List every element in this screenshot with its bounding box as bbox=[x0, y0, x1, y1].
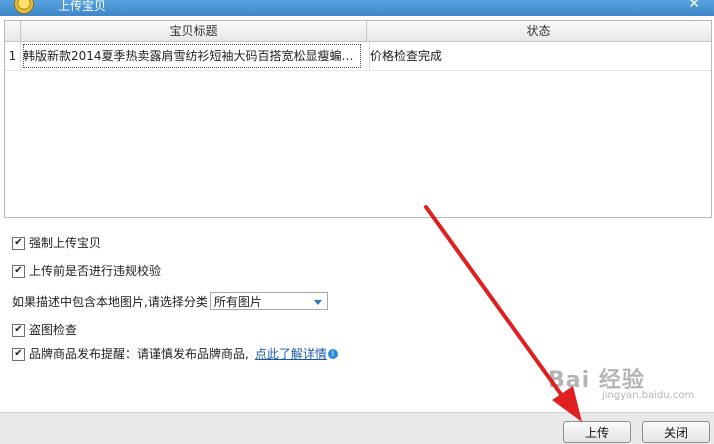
header-status[interactable]: 状态 bbox=[367, 21, 710, 41]
title-bar: 上传宝贝 ✕ bbox=[0, 0, 714, 16]
brand-notice-label: 品牌商品发布提醒：请谨慎发布品牌商品, bbox=[29, 347, 249, 361]
dropdown-arrow-icon[interactable] bbox=[313, 300, 322, 305]
dialog-footer: 上传 关闭 bbox=[0, 412, 714, 444]
force-upload-option[interactable]: ✔ 强制上传宝贝 bbox=[12, 234, 101, 252]
image-theft-option[interactable]: ✔ 盗图检查 bbox=[12, 321, 77, 339]
row-title[interactable]: 韩版新款2014夏季热卖露肩雪纺衫短袖大码百搭宽松显瘦蝙蝠... bbox=[21, 42, 363, 70]
upload-button[interactable]: 上传 bbox=[563, 421, 631, 443]
brand-details-link[interactable]: 点此了解详情 bbox=[255, 345, 327, 363]
image-theft-label: 盗图检查 bbox=[29, 323, 78, 337]
info-icon[interactable]: i bbox=[327, 349, 338, 359]
force-upload-checkbox[interactable]: ✔ bbox=[12, 236, 25, 250]
row-status: 价格检查完成 bbox=[369, 42, 700, 70]
app-logo-icon bbox=[14, 0, 34, 14]
violation-check-option[interactable]: ✔ 上传前是否进行违规校验 bbox=[12, 262, 161, 280]
image-theft-checkbox[interactable]: ✔ bbox=[12, 323, 25, 337]
table-row[interactable]: 1 韩版新款2014夏季热卖露肩雪纺衫短袖大码百搭宽松显瘦蝙蝠... 价格检查完… bbox=[5, 42, 711, 71]
violation-check-label: 上传前是否进行违规校验 bbox=[29, 264, 162, 278]
brand-notice-option[interactable]: ✔ 品牌商品发布提醒：请谨慎发布品牌商品, 点此了解详情 i bbox=[12, 345, 338, 363]
brand-notice-checkbox[interactable]: ✔ bbox=[12, 347, 25, 361]
image-category-select[interactable]: 所有图片 bbox=[209, 292, 328, 310]
row-index: 1 bbox=[5, 42, 21, 70]
baidu-watermark: Bai 经验 jingyan.baidu.com bbox=[548, 362, 708, 408]
local-image-category-row: 如果描述中包含本地图片,请选择分类 所有图片 bbox=[12, 290, 328, 312]
close-button[interactable]: 关闭 bbox=[642, 421, 710, 443]
image-category-value: 所有图片 bbox=[213, 295, 262, 309]
items-table: 宝贝标题 状态 1 韩版新款2014夏季热卖露肩雪纺衫短袖大码百搭宽松显瘦蝙蝠.… bbox=[4, 20, 712, 218]
header-index bbox=[5, 21, 21, 41]
force-upload-label: 强制上传宝贝 bbox=[29, 236, 102, 250]
header-title[interactable]: 宝贝标题 bbox=[21, 21, 367, 41]
table-header: 宝贝标题 状态 bbox=[5, 21, 711, 42]
violation-check-checkbox[interactable]: ✔ bbox=[12, 264, 25, 278]
window-title: 上传宝贝 bbox=[58, 0, 107, 13]
local-image-label: 如果描述中包含本地图片,请选择分类 bbox=[12, 294, 208, 309]
close-icon[interactable]: ✕ bbox=[688, 0, 700, 12]
watermark-url: jingyan.baidu.com bbox=[602, 390, 695, 401]
